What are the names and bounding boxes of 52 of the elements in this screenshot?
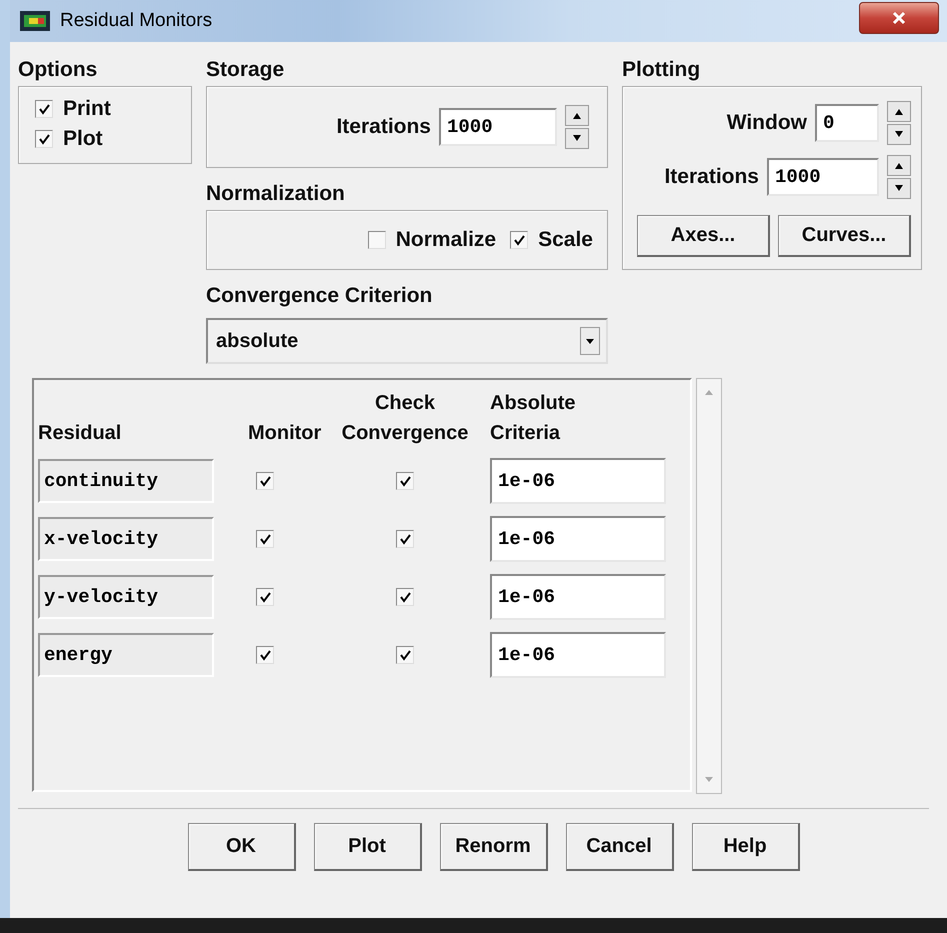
dialog-button[interactable]: Cancel	[566, 823, 674, 871]
plot-option-button[interactable]: Curves...	[778, 215, 911, 257]
column-header: Residual	[38, 421, 122, 446]
iterations-field[interactable]: 1000	[767, 158, 879, 196]
close-icon[interactable]	[891, 10, 907, 26]
group-label: Convergence Criterion	[206, 283, 434, 309]
residual-name: y-velocity	[38, 575, 214, 619]
group-label: Storage	[206, 57, 286, 83]
checkbox[interactable]	[256, 530, 274, 548]
plot-option-button[interactable]: Axes...	[637, 215, 770, 257]
checkbox[interactable]	[256, 646, 274, 664]
iterations-field[interactable]: 1000	[439, 108, 557, 146]
checkbox[interactable]	[368, 231, 386, 249]
checkbox-label: Scale	[538, 228, 593, 252]
checkbox[interactable]	[396, 588, 414, 606]
criteria-field[interactable]: 1e-06	[490, 458, 666, 504]
close-button[interactable]	[859, 2, 939, 34]
checkbox-label: Print	[63, 97, 111, 121]
checkbox[interactable]	[510, 231, 528, 249]
residual-name: continuity	[38, 459, 214, 503]
field-label: Iterations	[664, 165, 759, 189]
checkbox[interactable]	[396, 472, 414, 490]
dialog-button[interactable]: Plot	[314, 823, 422, 871]
criteria-field[interactable]: 1e-06	[490, 632, 666, 678]
field-label: Window	[726, 111, 807, 135]
criterion-dropdown[interactable]: absolute	[206, 318, 608, 364]
app-icon	[20, 11, 50, 31]
checkbox-label: Plot	[63, 127, 103, 151]
checkbox-label: Normalize	[396, 228, 496, 252]
column-header: Check Convergence	[340, 391, 470, 446]
checkbox[interactable]	[35, 130, 53, 148]
criteria-field[interactable]: 1e-06	[490, 516, 666, 562]
criteria-field[interactable]: 1e-06	[490, 574, 666, 620]
residual-name: x-velocity	[38, 517, 214, 561]
window-field[interactable]: 0	[815, 104, 879, 142]
dropdown-arrow-icon	[585, 337, 595, 345]
residual-name: energy	[38, 633, 214, 677]
dialog-button[interactable]: OK	[188, 823, 296, 871]
window-title: Residual Monitors	[60, 10, 212, 32]
checkbox[interactable]	[256, 588, 274, 606]
group-label: Options	[18, 57, 98, 83]
checkbox[interactable]	[35, 100, 53, 118]
group-label: Normalization	[206, 181, 346, 207]
group-label: Plotting	[622, 57, 700, 83]
column-header: Absolute Criteria	[490, 391, 577, 446]
checkbox[interactable]	[396, 530, 414, 548]
field-label: Iterations	[336, 115, 431, 139]
column-header: Monitor	[248, 421, 320, 446]
checkbox[interactable]	[396, 646, 414, 664]
dialog-button[interactable]: Help	[692, 823, 800, 871]
dialog-button[interactable]: Renorm	[440, 823, 548, 871]
checkbox[interactable]	[256, 472, 274, 490]
